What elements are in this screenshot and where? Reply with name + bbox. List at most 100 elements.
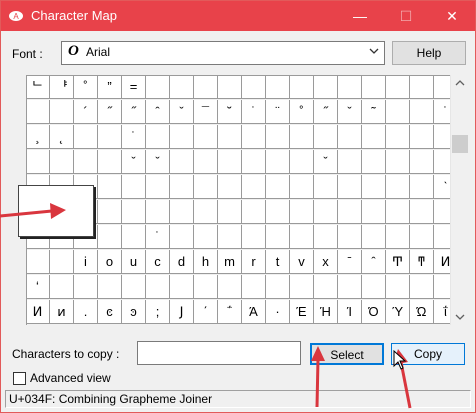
character-cell[interactable]: ˙ [146,225,170,249]
character-cell[interactable]: ˝ [98,100,122,124]
font-dropdown[interactable]: O Arial [61,41,385,65]
character-cell[interactable]: Ό [362,300,386,324]
character-cell[interactable]: ¯ [194,100,218,124]
character-cell[interactable] [50,275,74,299]
character-cell[interactable] [50,100,74,124]
character-cell[interactable] [50,150,74,174]
character-cell[interactable] [314,75,338,99]
character-cell[interactable] [194,125,218,149]
character-cell[interactable] [170,175,194,199]
character-cell[interactable] [314,275,338,299]
character-cell[interactable]: ᅣ [50,75,74,99]
character-cell[interactable]: Ͷ [26,300,50,324]
character-cell[interactable]: ˙ [434,100,450,124]
character-cell[interactable] [338,200,362,224]
character-cell[interactable] [146,75,170,99]
character-cell[interactable] [26,100,50,124]
character-cell[interactable] [362,275,386,299]
character-cell[interactable] [218,150,242,174]
character-cell[interactable] [314,200,338,224]
character-cell[interactable] [194,275,218,299]
character-cell[interactable]: ᄂ [26,75,50,99]
character-cell[interactable] [314,225,338,249]
character-cell[interactable]: ΅ [218,300,242,324]
character-cell[interactable] [170,225,194,249]
character-cell[interactable] [434,125,450,149]
character-cell[interactable] [194,225,218,249]
character-cell[interactable] [290,275,314,299]
character-cell[interactable]: ˇ [338,100,362,124]
character-cell[interactable]: · [266,300,290,324]
character-cell[interactable] [170,275,194,299]
character-cell[interactable] [434,200,450,224]
character-cell[interactable] [98,150,122,174]
character-cell[interactable] [266,75,290,99]
character-cell[interactable]: Ώ [410,300,434,324]
character-cell[interactable] [266,275,290,299]
character-cell[interactable]: t [266,250,290,274]
character-cell[interactable]: ʻ [26,275,50,299]
character-cell[interactable] [194,150,218,174]
character-cell[interactable] [170,75,194,99]
character-cell[interactable] [266,175,290,199]
character-cell[interactable]: . [74,300,98,324]
character-cell[interactable] [410,175,434,199]
character-cell[interactable]: ˇ [170,100,194,124]
character-cell[interactable]: ” [98,75,122,99]
character-cell[interactable] [290,75,314,99]
character-cell[interactable]: x [314,250,338,274]
character-cell[interactable]: ¨ [266,100,290,124]
character-cell[interactable]: ΄ [194,300,218,324]
character-cell[interactable]: ´ [74,100,98,124]
character-cell[interactable]: ˇ [122,150,146,174]
help-button[interactable]: Help [392,41,466,65]
character-cell[interactable] [170,125,194,149]
character-cell[interactable] [266,200,290,224]
character-cell[interactable]: ˜ [362,100,386,124]
character-cell[interactable] [314,175,338,199]
scrollbar-thumb[interactable] [452,135,468,153]
character-cell[interactable] [122,275,146,299]
character-cell[interactable] [410,275,434,299]
character-cell[interactable]: ΐ [434,300,450,324]
character-cell[interactable]: = [122,75,146,99]
character-cell[interactable] [170,150,194,174]
character-cell[interactable]: ˚ [74,75,98,99]
character-cell[interactable] [218,200,242,224]
character-cell[interactable] [242,225,266,249]
character-cell[interactable] [386,275,410,299]
character-cell[interactable] [242,150,266,174]
character-cell[interactable] [290,125,314,149]
character-cell[interactable] [122,175,146,199]
character-cell[interactable] [218,125,242,149]
character-cell[interactable] [194,75,218,99]
character-cell[interactable]: ˙ [122,125,146,149]
character-cell[interactable] [146,200,170,224]
character-cell[interactable] [290,150,314,174]
character-cell[interactable]: ˇ [146,150,170,174]
character-cell[interactable] [26,250,50,274]
character-cell[interactable]: i [74,250,98,274]
character-cell[interactable] [98,200,122,224]
grid-scrollbar[interactable] [450,75,469,325]
character-cell[interactable]: ͷ [50,300,74,324]
character-cell[interactable]: ˆ [362,250,386,274]
character-cell[interactable] [338,175,362,199]
character-cell[interactable]: ˘ [218,100,242,124]
close-button[interactable]: ✕ [429,1,475,31]
character-cell[interactable] [266,150,290,174]
character-cell[interactable]: h [194,250,218,274]
character-cell[interactable] [434,150,450,174]
character-cell[interactable]: Ϳ [170,300,194,324]
character-cell[interactable] [218,75,242,99]
character-cell[interactable]: ˋ [434,175,450,199]
character-cell[interactable]: ; [146,300,170,324]
character-cell[interactable]: ˝ [314,100,338,124]
character-cell[interactable]: Ύ [386,300,410,324]
character-cell[interactable]: ˛ [50,125,74,149]
character-cell[interactable] [362,150,386,174]
character-cell[interactable] [386,175,410,199]
character-cell[interactable] [386,225,410,249]
character-cell[interactable] [434,75,450,99]
character-cell[interactable] [218,225,242,249]
